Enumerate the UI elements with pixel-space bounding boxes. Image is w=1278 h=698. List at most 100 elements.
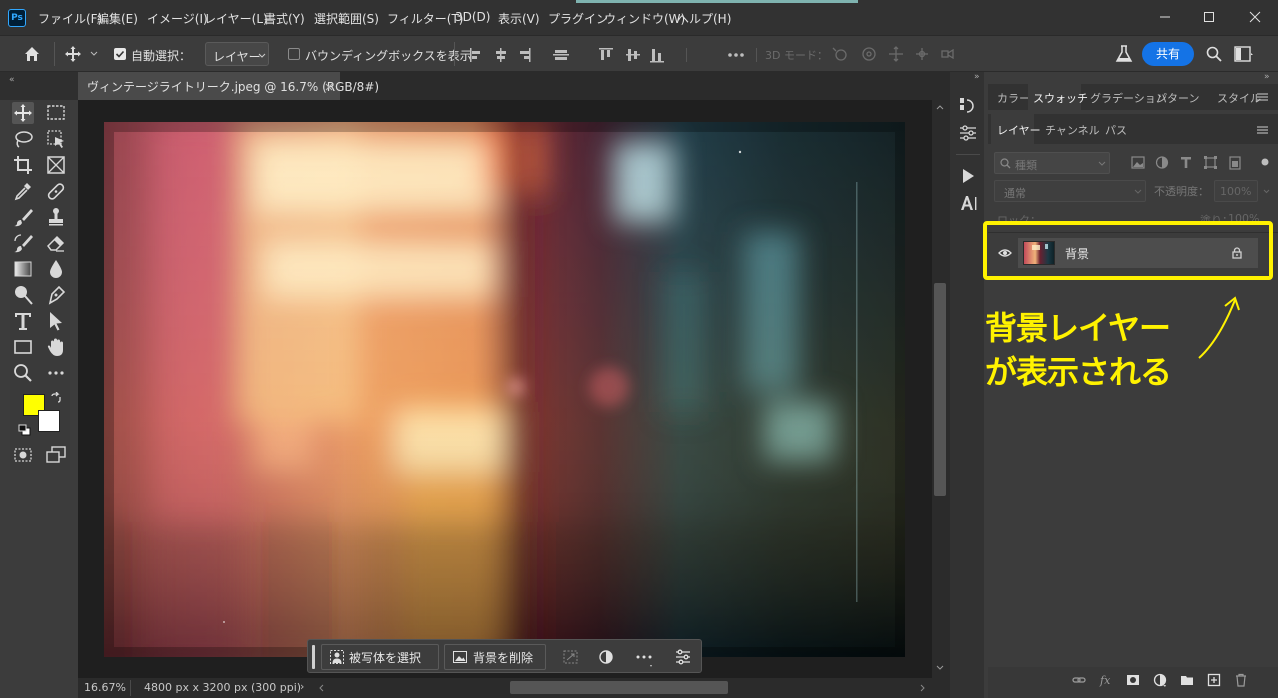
healing-brush-tool[interactable] (45, 180, 67, 202)
tab-channels[interactable]: チャンネル (1045, 122, 1100, 138)
layer-filter-kind[interactable]: 種類 (994, 152, 1110, 174)
menu-view[interactable]: 表示(V) (498, 10, 540, 27)
crop-tool[interactable] (12, 154, 34, 176)
more-tools[interactable] (45, 362, 67, 384)
annotation-line-1: 背景レイヤー (985, 309, 1171, 347)
history-brush-tool[interactable] (12, 232, 34, 254)
sliders-icon[interactable] (675, 649, 691, 665)
blur-tool[interactable] (45, 258, 67, 280)
vertical-scroll-thumb[interactable] (934, 283, 946, 496)
lasso-icon (15, 131, 33, 148)
collapse-panels-icon[interactable]: » (1264, 72, 1270, 82)
quick-mask-button[interactable] (12, 444, 34, 466)
select-subject-button[interactable]: 被写体を選択 (321, 644, 439, 670)
bbox-checkbox[interactable] (288, 48, 300, 60)
default-colors-icon[interactable] (18, 424, 32, 436)
tab-layers[interactable]: レイヤー (997, 122, 1041, 138)
menu-3d[interactable]: 3D(D) (455, 10, 490, 24)
menu-layer[interactable]: レイヤー(L) (204, 10, 268, 27)
minimize-button[interactable] (1142, 0, 1188, 34)
maximize-button[interactable] (1186, 0, 1232, 34)
zoom-tool[interactable] (12, 362, 34, 384)
clone-stamp-tool[interactable] (45, 206, 67, 228)
top-panel-tabs: カラー スウォッチ グラデーション パターン スタイル (988, 84, 1278, 110)
move-tool[interactable] (12, 102, 34, 124)
link-layers-icon[interactable] (1072, 673, 1086, 687)
workspace-icon[interactable] (1234, 46, 1254, 62)
collapse-strip-icon[interactable]: » (974, 72, 980, 82)
adjustment-icon[interactable] (599, 650, 613, 664)
menu-help[interactable]: ヘルプ(H) (677, 10, 731, 27)
delete-layer-icon[interactable] (1234, 673, 1248, 687)
eyedropper-tool[interactable] (12, 180, 34, 202)
collapse-toolbar-icon[interactable]: « (9, 75, 15, 85)
checkmark-icon (115, 50, 125, 58)
menu-edit[interactable]: 編集(E) (97, 10, 138, 27)
search-icon[interactable] (1206, 46, 1222, 62)
tab-swatches[interactable]: スウォッチ (1033, 90, 1088, 106)
object-select-tool[interactable] (45, 128, 67, 150)
menu-image[interactable]: イメージ(I) (147, 10, 208, 27)
auto-select-checkbox[interactable] (114, 48, 126, 60)
gradient-tool[interactable] (12, 258, 34, 280)
close-window-button[interactable] (1232, 0, 1278, 34)
share-button[interactable]: 共有 (1142, 42, 1194, 66)
transform-icon[interactable] (563, 650, 578, 664)
brush-tool[interactable] (12, 206, 34, 228)
panel-menu-icon[interactable] (1257, 93, 1268, 101)
auto-select-target-dropdown[interactable]: レイヤー (205, 42, 269, 66)
menu-file[interactable]: ファイル(F) (38, 10, 102, 27)
menu-window[interactable]: ウィンドウ(W) (604, 10, 685, 27)
menu-plugins[interactable]: プラグイン (548, 10, 608, 27)
new-group-icon[interactable] (1180, 673, 1194, 687)
tab-styles[interactable]: スタイル (1217, 90, 1261, 106)
menu-type[interactable]: 書式(Y) (264, 10, 305, 27)
hand-tool[interactable] (45, 336, 67, 358)
path-selection-tool[interactable] (45, 310, 67, 332)
horizontal-scroll-thumb[interactable] (510, 681, 728, 694)
tab-paths[interactable]: パス (1105, 122, 1127, 138)
swap-colors-icon[interactable] (50, 392, 62, 404)
tab-patterns[interactable]: パターン (1156, 90, 1199, 106)
status-menu-arrow[interactable]: › (300, 680, 304, 693)
rectangle-tool[interactable] (12, 336, 34, 358)
play-actions-icon[interactable] (961, 168, 975, 184)
menu-select[interactable]: 選択範囲(S) (314, 10, 379, 27)
adjustments-panel-icon[interactable] (959, 124, 977, 142)
chevron-down-icon[interactable] (90, 51, 98, 57)
frame-tool[interactable] (45, 154, 67, 176)
crop-icon (14, 156, 32, 174)
drag-handle[interactable] (312, 645, 315, 669)
blend-mode-dropdown[interactable]: 通常 (994, 180, 1146, 202)
marquee-tool[interactable] (45, 102, 67, 124)
document-image[interactable] (104, 122, 905, 657)
type-tool[interactable] (12, 310, 34, 332)
layer-effects-icon[interactable]: fx (1099, 673, 1113, 687)
character-panel-icon[interactable] (960, 194, 978, 212)
dodge-tool[interactable] (12, 284, 34, 306)
lasso-tool[interactable] (12, 128, 34, 150)
new-layer-icon[interactable] (1207, 673, 1221, 687)
drop-icon (50, 260, 62, 278)
document-tab[interactable]: ヴィンテージライトリーク.jpeg @ 16.7% (RGB/8#) (78, 72, 379, 100)
flask-icon[interactable] (1115, 44, 1133, 64)
remove-background-button[interactable]: 背景を削除 (444, 644, 546, 670)
menu-filter[interactable]: フィルター(T) (387, 10, 463, 27)
zoom-level[interactable]: 16.67% (84, 681, 126, 694)
background-color-swatch[interactable] (38, 410, 60, 432)
tab-color[interactable]: カラー (997, 90, 1030, 106)
more-options-icon[interactable] (635, 650, 653, 668)
pen-tool[interactable] (45, 284, 67, 306)
eraser-tool[interactable] (45, 232, 67, 254)
new-adjustment-layer-icon[interactable] (1153, 673, 1167, 687)
move-icon (14, 104, 32, 122)
opacity-input[interactable]: 100% (1214, 180, 1258, 202)
annotation-highlight-box (983, 221, 1273, 280)
home-icon[interactable] (23, 45, 41, 63)
move-tool-icon[interactable] (64, 45, 82, 63)
screen-mode-button[interactable] (45, 444, 67, 466)
layers-menu-icon[interactable] (1257, 126, 1268, 134)
history-panel-icon[interactable] (959, 96, 977, 116)
status-bar: 16.67% 4800 px x 3200 px (300 ppi) › (78, 678, 948, 698)
add-mask-icon[interactable] (1126, 673, 1140, 687)
